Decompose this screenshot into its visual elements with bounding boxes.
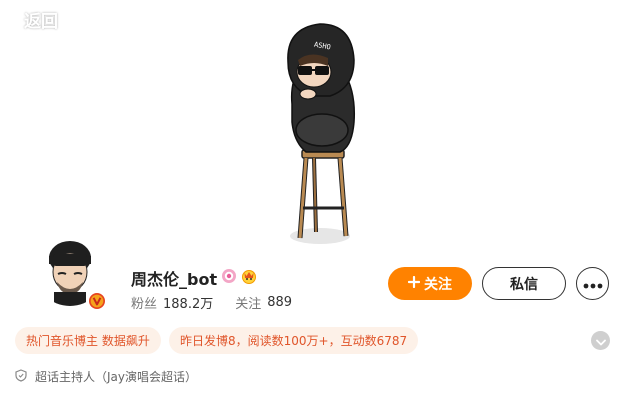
- more-dots-icon: [583, 274, 603, 293]
- tag-activity-summary[interactable]: 昨日发博8，阅读数100万+，互动数6787: [169, 327, 419, 354]
- music-badge-icon[interactable]: [221, 268, 237, 288]
- crown-badge-icon[interactable]: [241, 268, 257, 288]
- tag-hot-blogger[interactable]: 热门音乐博主 数据飙升: [15, 327, 161, 354]
- chevron-left-icon: [6, 6, 22, 32]
- plus-icon: [407, 275, 421, 292]
- more-button[interactable]: [576, 267, 609, 300]
- back-button[interactable]: 返回: [6, 6, 58, 32]
- profile-name-row: 周杰伦_bot: [131, 265, 257, 291]
- followers-label: 粉丝: [131, 297, 158, 312]
- profile-name: 周杰伦_bot: [131, 270, 218, 289]
- followers-count[interactable]: 188.2万: [163, 293, 213, 312]
- profile-stats: 粉丝 188.2万 关注 889: [131, 293, 292, 312]
- tag-label: 热门音乐博主 数据飙升: [26, 334, 150, 348]
- following-count[interactable]: 889: [267, 295, 292, 310]
- shield-icon: [15, 368, 27, 385]
- following-label: 关注: [235, 297, 262, 312]
- verified-v-icon: [88, 292, 106, 310]
- back-label: 返回: [24, 11, 58, 32]
- profile-cover: 返回 ASHO: [0, 0, 629, 252]
- message-label: 私信: [510, 276, 538, 293]
- chevron-down-icon: [595, 331, 606, 350]
- role-info[interactable]: 超话主持人（Jay演唱会超话）: [15, 368, 197, 385]
- role-label: 超话主持人（Jay演唱会超话）: [35, 370, 197, 384]
- message-button[interactable]: 私信: [482, 267, 566, 300]
- cover-illustration: ASHO: [287, 23, 356, 244]
- follow-label: 关注: [424, 276, 452, 293]
- tag-label: 昨日发博8，阅读数100万+，互动数6787: [180, 334, 408, 348]
- expand-tags-button[interactable]: [591, 331, 610, 350]
- follow-button[interactable]: 关注: [388, 267, 472, 300]
